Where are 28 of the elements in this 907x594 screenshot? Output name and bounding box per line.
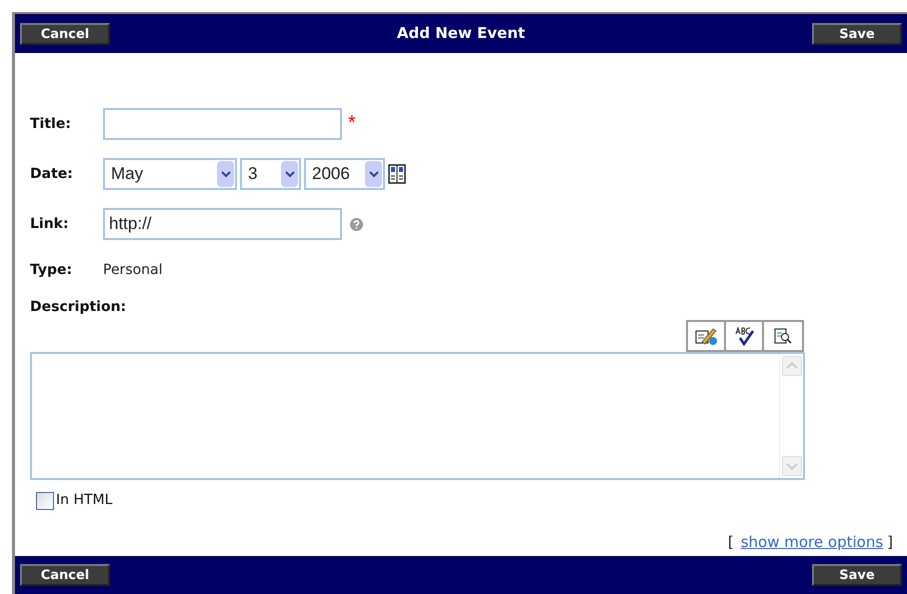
field-label: Description: (30, 298, 128, 317)
checkbox-label: In HTML (56, 491, 112, 510)
show-more-options-link[interactable]: show more options (740, 531, 884, 554)
link-field[interactable]: http:// (103, 208, 342, 240)
year-select[interactable]: 2006 (304, 158, 385, 190)
save-button[interactable]: Save (812, 564, 902, 586)
description-field[interactable] (30, 352, 805, 480)
scroll-down-icon[interactable] (782, 456, 802, 476)
bracket: ] (887, 532, 893, 553)
calendar-icon[interactable] (388, 164, 406, 184)
required-mark: * (348, 111, 356, 136)
type-value: Personal (103, 261, 163, 280)
dialog-title: Add New Event (396, 23, 526, 44)
bracket: [ (728, 532, 734, 553)
field-label: Date: (30, 164, 74, 184)
scrollbar[interactable] (779, 354, 803, 478)
save-button[interactable]: Save (812, 22, 902, 44)
cancel-button[interactable]: Cancel (20, 564, 110, 586)
title-field[interactable] (103, 108, 342, 140)
field-label: Link: (30, 214, 70, 234)
help-icon[interactable] (350, 218, 363, 230)
cancel-button[interactable]: Cancel (20, 22, 110, 44)
scroll-up-icon[interactable] (782, 356, 802, 376)
field-label: Type: (30, 261, 74, 280)
field-label: Title: (30, 114, 72, 134)
checkbox[interactable] (36, 492, 54, 510)
day-select[interactable]: 3 (240, 158, 301, 190)
month-select[interactable]: May (103, 158, 237, 190)
